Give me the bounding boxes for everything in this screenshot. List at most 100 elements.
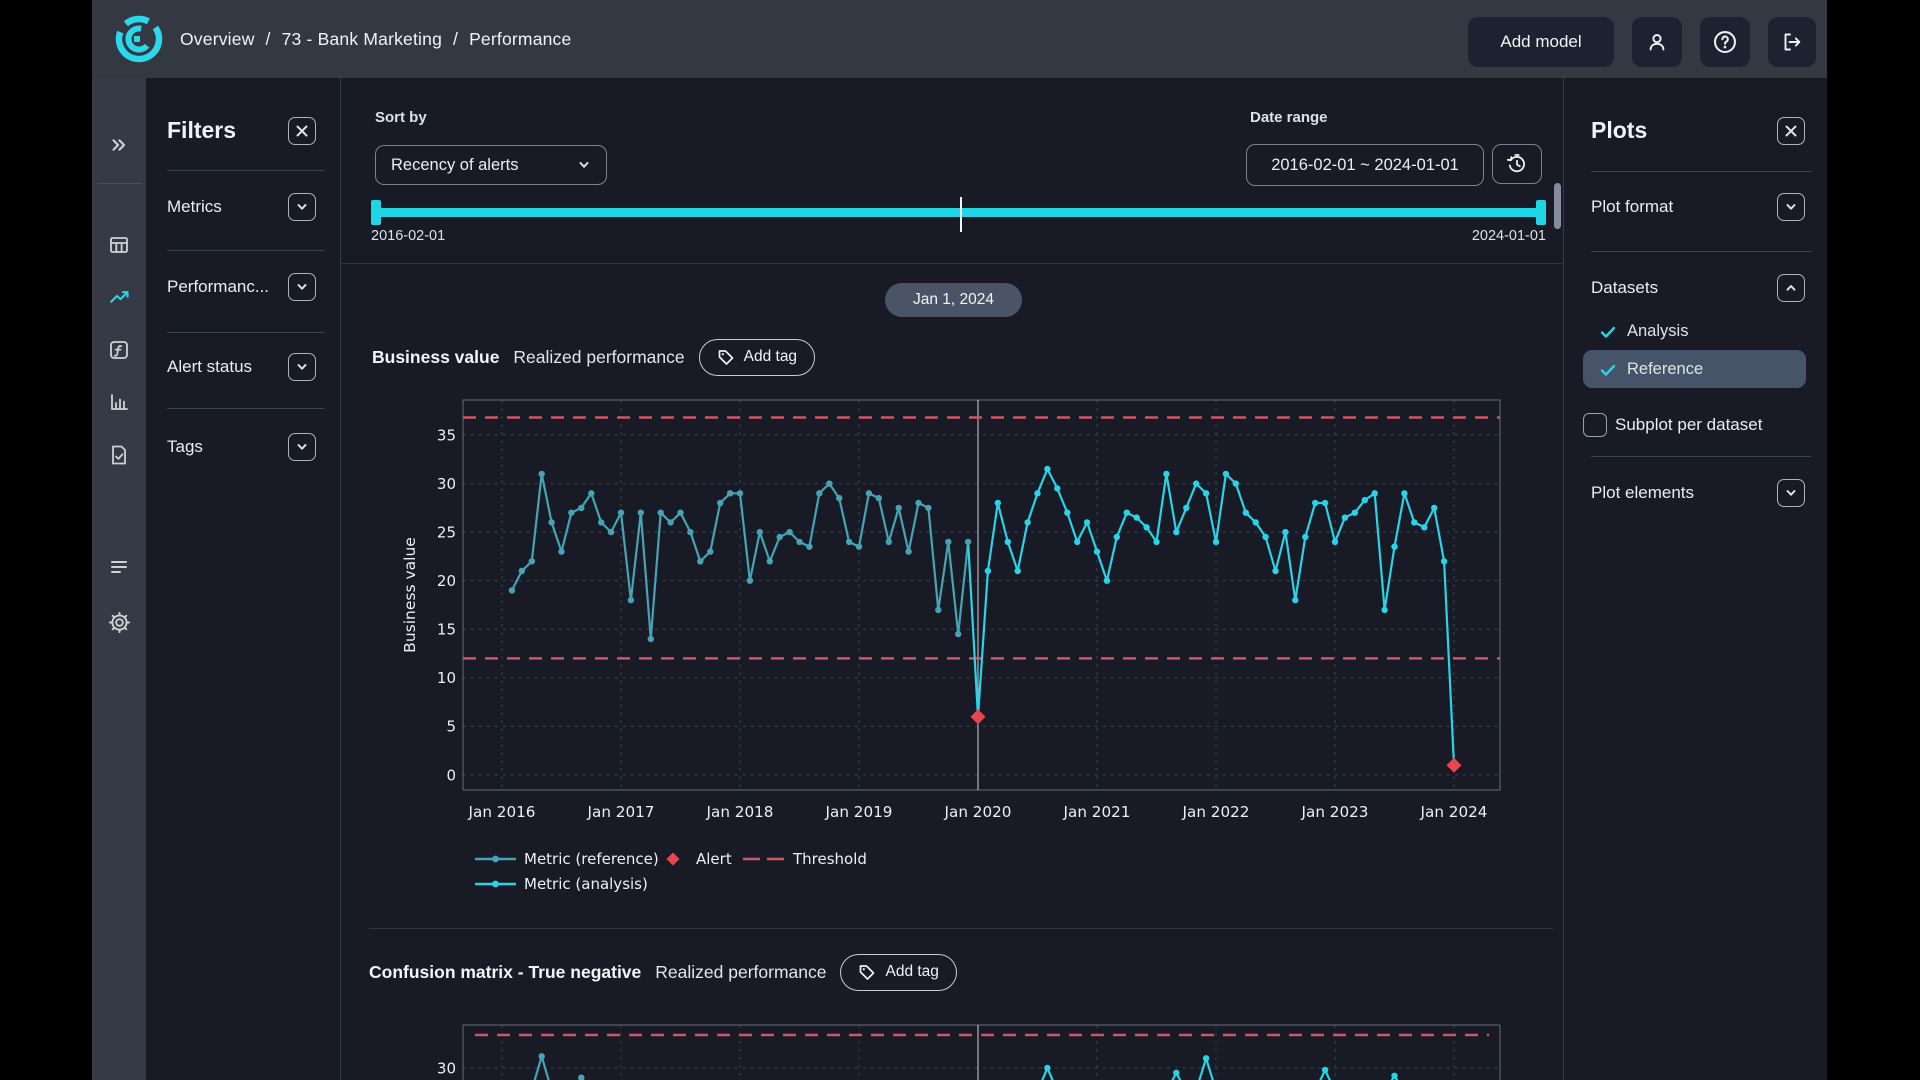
close-icon [1784,124,1798,138]
svg-text:10: 10 [437,669,456,687]
table-icon [108,234,130,256]
svg-text:Metric (reference): Metric (reference) [524,850,659,868]
rail-item-distributions[interactable] [92,391,146,413]
date-range-reset-button[interactable] [1492,144,1542,184]
close-icon [295,124,309,138]
rail-item-data-table[interactable] [92,234,146,256]
chevron-down-icon [577,158,591,172]
svg-text:Alert: Alert [696,850,732,868]
expand-sidebar-button[interactable] [92,134,146,156]
dataset-analysis-option[interactable]: Analysis [1599,322,1688,341]
question-circle-icon [1712,29,1738,55]
business-value-chart[interactable]: Jan 2016Jan 2017Jan 2018Jan 2019Jan 2020… [342,392,1512,900]
plot-elements-expand-button[interactable] [1777,479,1805,507]
date-range-slider-track[interactable] [371,208,1546,217]
svg-text:30: 30 [437,1060,456,1078]
filter-performance-expand-button[interactable] [288,273,316,301]
chart1-add-tag-button[interactable]: Add tag [699,339,815,376]
plots-title: Plots [1591,117,1647,144]
breadcrumb-model[interactable]: 73 - Bank Marketing [282,29,442,50]
svg-text:Business value: Business value [401,537,419,653]
filter-alert-status-label: Alert status [167,357,252,377]
trend-line-icon [108,285,131,308]
svg-text:Jan 2016: Jan 2016 [468,803,536,821]
selected-date-badge: Jan 1, 2024 [885,283,1022,317]
chart2-header: Confusion matrix - True negative Realize… [369,953,957,991]
rail-item-reports[interactable] [92,444,146,466]
main-scrollbar-thumb[interactable] [1554,183,1561,229]
plot-format-label: Plot format [1591,197,1673,217]
svg-text:Jan 2024: Jan 2024 [1420,803,1488,821]
slider-handle-end[interactable] [1536,200,1546,225]
filter-alert-status-expand-button[interactable] [288,353,316,381]
document-check-icon [108,444,130,466]
svg-text:Jan 2019: Jan 2019 [825,803,893,821]
svg-text:15: 15 [437,621,456,639]
chevron-down-icon [295,200,309,214]
main-content: Sort by Recency of alerts Date range 201… [341,78,1563,1080]
svg-text:0: 0 [446,766,456,784]
dataset-analysis-label: Analysis [1627,322,1688,341]
chart1-subtitle: Realized performance [513,347,684,368]
svg-text:Jan 2023: Jan 2023 [1301,803,1369,821]
filters-panel: Filters Metrics Performanc... Alert stat… [146,78,341,1080]
logout-icon [1780,30,1804,54]
divider [167,332,325,333]
filter-metrics-expand-button[interactable] [288,193,316,221]
breadcrumb-separator: / [453,29,458,50]
filter-tags-label: Tags [167,437,203,457]
user-account-button[interactable] [1632,17,1682,67]
dataset-reference-label: Reference [1627,360,1703,379]
svg-text:Threshold: Threshold [792,850,867,868]
sort-by-value: Recency of alerts [391,156,518,175]
confusion-matrix-chart[interactable]: 30 [342,1015,1512,1080]
chevron-down-icon [295,280,309,294]
slider-handle-start[interactable] [371,200,381,225]
svg-text:Metric (analysis): Metric (analysis) [524,875,648,893]
function-icon [108,339,130,361]
chart2-add-tag-label: Add tag [885,963,938,981]
sort-by-label: Sort by [375,109,427,126]
rail-item-custom-function[interactable] [92,339,146,361]
chart2-add-tag-button[interactable]: Add tag [840,954,956,991]
rail-item-performance[interactable] [92,285,146,308]
plots-panel: Plots Plot format Datasets Analysis Refe… [1563,78,1828,1080]
subplot-per-dataset-checkbox[interactable] [1583,413,1607,437]
svg-text:Jan 2020: Jan 2020 [944,803,1012,821]
svg-text:Jan 2022: Jan 2022 [1182,803,1250,821]
nannyml-logo-icon [113,13,165,65]
svg-text:Jan 2018: Jan 2018 [706,803,774,821]
breadcrumb-overview[interactable]: Overview [180,29,255,50]
logout-button[interactable] [1768,17,1816,67]
slider-position-marker [960,197,962,232]
plot-format-expand-button[interactable] [1777,193,1805,221]
filters-close-button[interactable] [288,117,316,145]
tag-icon [717,348,735,366]
chevron-down-icon [295,360,309,374]
rail-item-logs[interactable] [92,556,146,578]
chevron-down-icon [1784,200,1798,214]
svg-text:Jan 2021: Jan 2021 [1063,803,1131,821]
filter-metrics-label: Metrics [167,197,222,217]
chevron-down-icon [1784,486,1798,500]
svg-text:25: 25 [437,523,456,541]
divider [167,250,325,251]
plot-elements-label: Plot elements [1591,483,1694,503]
date-range-input[interactable]: 2016-02-01 ~ 2024-01-01 [1246,144,1484,186]
help-button[interactable] [1700,17,1750,67]
datasets-collapse-button[interactable] [1777,274,1805,302]
chart2-subtitle: Realized performance [655,962,826,983]
filter-tags-expand-button[interactable] [288,433,316,461]
add-model-button[interactable]: Add model [1468,17,1614,67]
sort-by-dropdown[interactable]: Recency of alerts [375,145,607,185]
slider-start-date: 2016-02-01 [371,228,445,244]
filter-performance-label: Performanc... [167,277,269,297]
filters-title: Filters [167,117,236,144]
left-icon-rail [92,78,146,1080]
divider [167,170,325,171]
rail-item-settings[interactable] [92,611,146,634]
app-window: Overview / 73 - Bank Marketing / Perform… [92,0,1827,1080]
plots-close-button[interactable] [1777,117,1805,145]
dataset-reference-option[interactable]: Reference [1599,360,1703,379]
datasets-label: Datasets [1591,278,1658,298]
